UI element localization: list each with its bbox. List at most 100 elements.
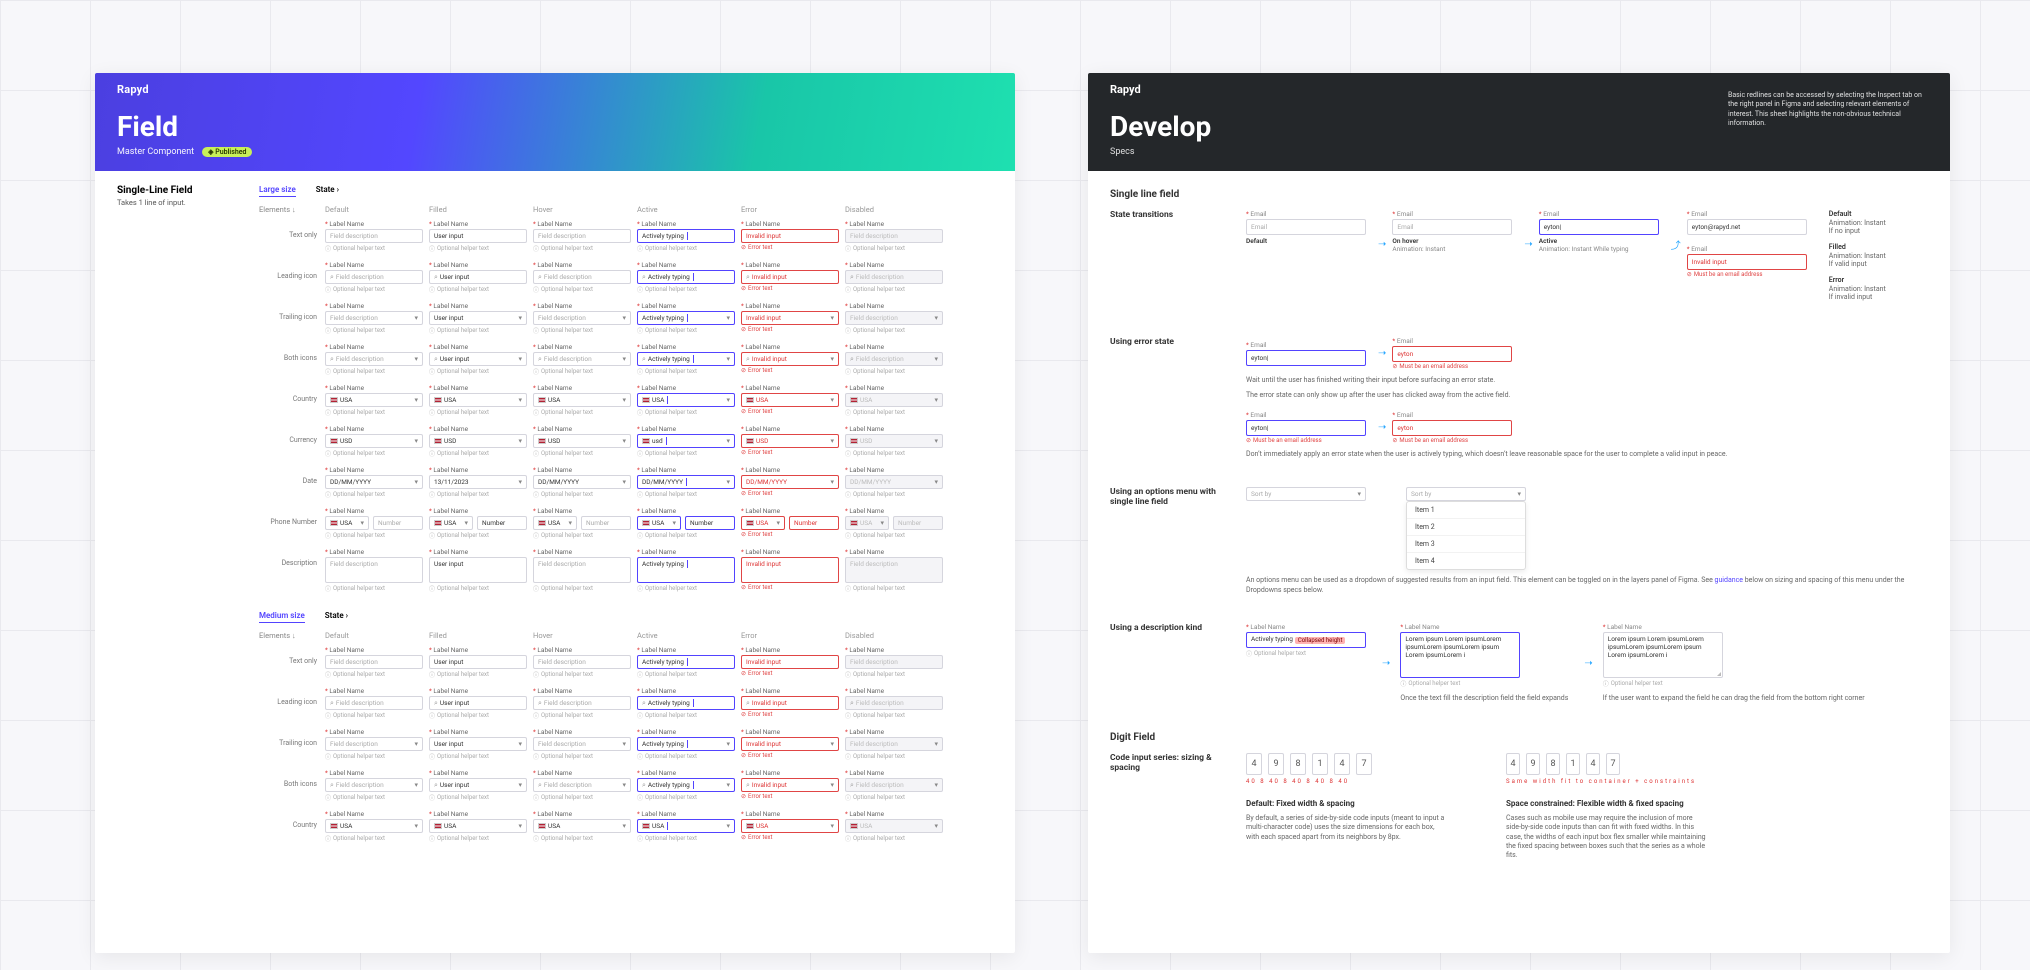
text-input[interactable]: eyton: [1392, 346, 1512, 362]
text-input[interactable]: eyton|: [1246, 350, 1366, 366]
text-input[interactable]: User input: [429, 655, 527, 669]
text-input[interactable]: Field description: [845, 655, 943, 669]
text-input[interactable]: USA▾: [533, 819, 631, 833]
text-input[interactable]: ⌕Field description▾: [533, 352, 631, 366]
description-textarea[interactable]: Actively typing: [637, 557, 735, 583]
text-input[interactable]: USA▾: [845, 393, 943, 407]
text-input[interactable]: Invalid input▾: [741, 311, 839, 325]
phone-country-select[interactable]: USA▾: [533, 516, 577, 530]
sort-select[interactable]: Sort by▾: [1406, 487, 1526, 501]
text-input[interactable]: Field description: [533, 229, 631, 243]
phone-number-input[interactable]: Number: [373, 516, 423, 530]
text-input[interactable]: User input: [429, 229, 527, 243]
description-textarea[interactable]: Field description: [325, 557, 423, 583]
text-input[interactable]: DD/MM/YYYY▾: [741, 475, 839, 489]
text-input[interactable]: ⌕User input▾: [429, 778, 527, 792]
text-input[interactable]: 13/11/2023▾: [429, 475, 527, 489]
text-input[interactable]: eyton|: [1246, 420, 1366, 436]
description-textarea[interactable]: Actively typingCollapsed height: [1246, 632, 1366, 648]
text-input[interactable]: Invalid input▾: [741, 737, 839, 751]
phone-country-select[interactable]: USA▾: [845, 516, 889, 530]
text-input[interactable]: Field description▾: [533, 311, 631, 325]
text-input[interactable]: Invalid input: [1687, 254, 1807, 270]
digit-box[interactable]: 4: [1586, 753, 1600, 775]
text-input[interactable]: Field description: [325, 229, 423, 243]
tab-state[interactable]: State ›: [316, 185, 339, 197]
text-input[interactable]: USA▾: [325, 393, 423, 407]
text-input[interactable]: ⌕Actively typing▾: [637, 778, 735, 792]
text-input[interactable]: USA▾: [741, 393, 839, 407]
text-input[interactable]: Actively typing▾: [637, 737, 735, 751]
text-input[interactable]: ⌕User input: [429, 696, 527, 710]
text-input[interactable]: USA▾: [637, 393, 735, 407]
text-input[interactable]: DD/MM/YYYY▾: [845, 475, 943, 489]
description-textarea[interactable]: Invalid input: [741, 557, 839, 583]
text-input[interactable]: USD▾: [845, 434, 943, 448]
digit-box[interactable]: 8: [1290, 753, 1306, 775]
text-input[interactable]: ⌕Field description: [845, 270, 943, 284]
text-input[interactable]: Field description▾: [845, 311, 943, 325]
text-input[interactable]: Field description: [533, 655, 631, 669]
text-input[interactable]: USA▾: [637, 819, 735, 833]
menu-item[interactable]: Item 4: [1407, 552, 1525, 569]
text-input[interactable]: Invalid input: [741, 655, 839, 669]
resize-handle-icon[interactable]: [1715, 670, 1721, 676]
menu-item[interactable]: Item 2: [1407, 518, 1525, 535]
text-input[interactable]: Actively typing: [637, 655, 735, 669]
digit-box[interactable]: 1: [1312, 753, 1328, 775]
phone-country-select[interactable]: USA▾: [637, 516, 681, 530]
text-input[interactable]: ⌕Field description: [845, 696, 943, 710]
text-input[interactable]: USD▾: [533, 434, 631, 448]
text-input[interactable]: Email: [1246, 219, 1366, 235]
text-input[interactable]: ⌕Field description: [533, 270, 631, 284]
phone-number-input[interactable]: Number: [477, 516, 527, 530]
tab-size[interactable]: Large size: [259, 185, 296, 197]
text-input[interactable]: ⌕Actively typing: [637, 270, 735, 284]
text-input[interactable]: ⌕Actively typing: [637, 696, 735, 710]
text-input[interactable]: DD/MM/YYYY▾: [533, 475, 631, 489]
digit-box[interactable]: 4: [1334, 753, 1350, 775]
phone-number-input[interactable]: Number: [581, 516, 631, 530]
digit-box[interactable]: 1: [1566, 753, 1580, 775]
phone-country-select[interactable]: USA▾: [429, 516, 473, 530]
phone-number-input[interactable]: Number: [685, 516, 735, 530]
text-input[interactable]: DD/MM/YYYY▾: [637, 475, 735, 489]
text-input[interactable]: User input▾: [429, 737, 527, 751]
text-input[interactable]: ⌕Field description▾: [845, 778, 943, 792]
text-input[interactable]: ⌕Invalid input: [741, 270, 839, 284]
text-input[interactable]: ⌕User input▾: [429, 352, 527, 366]
text-input[interactable]: ⌕Field description: [325, 696, 423, 710]
text-input[interactable]: ⌕Field description: [325, 270, 423, 284]
text-input[interactable]: Field description: [845, 229, 943, 243]
text-input[interactable]: Actively typing▾: [637, 311, 735, 325]
text-input[interactable]: ⌕Invalid input▾: [741, 352, 839, 366]
text-input[interactable]: eyton|: [1539, 219, 1659, 235]
text-input[interactable]: USA▾: [741, 819, 839, 833]
sort-select[interactable]: Sort by▾: [1246, 487, 1366, 501]
text-input[interactable]: ⌕Invalid input: [741, 696, 839, 710]
text-input[interactable]: Actively typing: [637, 229, 735, 243]
phone-country-select[interactable]: USA▾: [325, 516, 369, 530]
text-input[interactable]: ⌕Actively typing▾: [637, 352, 735, 366]
tab-state[interactable]: State ›: [325, 611, 348, 623]
text-input[interactable]: Field description▾: [325, 311, 423, 325]
text-input[interactable]: User input▾: [429, 311, 527, 325]
menu-item[interactable]: Item 3: [1407, 535, 1525, 552]
text-input[interactable]: Email: [1392, 219, 1512, 235]
text-input[interactable]: ⌕Invalid input▾: [741, 778, 839, 792]
tab-size[interactable]: Medium size: [259, 611, 305, 623]
digit-box[interactable]: 9: [1526, 753, 1540, 775]
description-textarea[interactable]: User input: [429, 557, 527, 583]
menu-item[interactable]: Item 1: [1407, 502, 1525, 518]
text-input[interactable]: ⌕Field description▾: [845, 352, 943, 366]
digit-box[interactable]: 9: [1268, 753, 1284, 775]
text-input[interactable]: Field description▾: [845, 737, 943, 751]
text-input[interactable]: DD/MM/YYYY▾: [325, 475, 423, 489]
text-input[interactable]: ⌕Field description▾: [325, 778, 423, 792]
digit-box[interactable]: 8: [1546, 753, 1560, 775]
text-input[interactable]: Field description: [325, 655, 423, 669]
text-input[interactable]: Field description▾: [325, 737, 423, 751]
text-input[interactable]: ⌕Field description: [533, 696, 631, 710]
guidance-link[interactable]: guidance: [1715, 576, 1744, 584]
digit-box[interactable]: 4: [1246, 753, 1262, 775]
